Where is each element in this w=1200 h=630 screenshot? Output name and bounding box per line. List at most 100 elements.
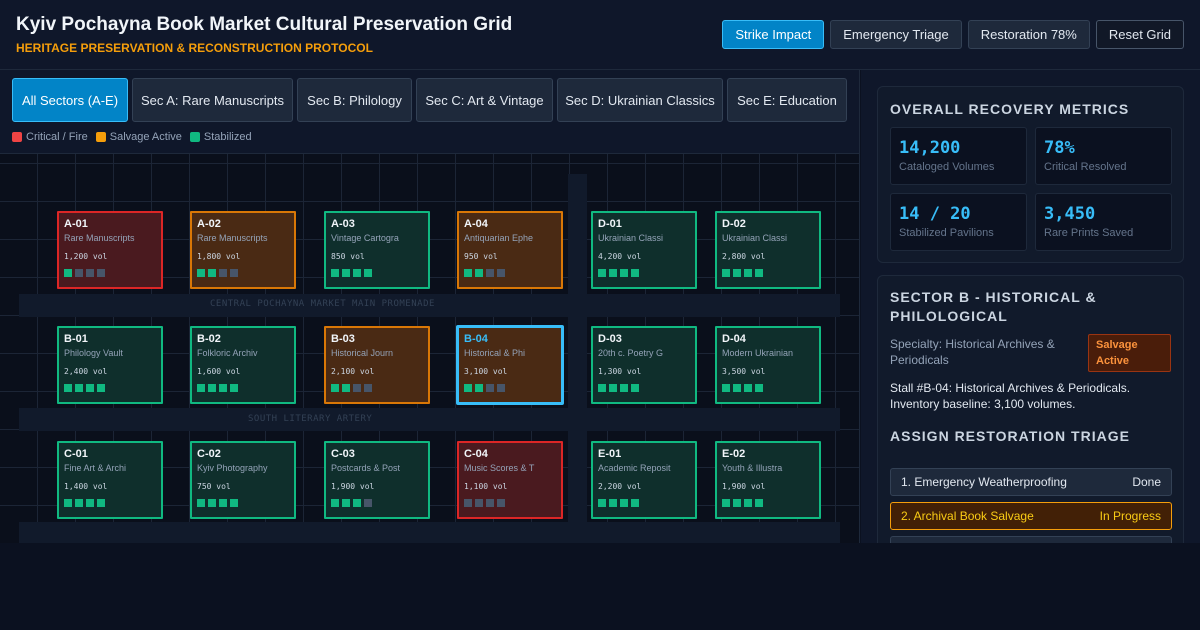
progress-segment xyxy=(475,499,483,507)
progress-segment xyxy=(733,269,741,277)
reset-grid-button[interactable]: Reset Grid xyxy=(1095,20,1184,49)
progress-segment xyxy=(64,384,72,392)
stall-progress-bars xyxy=(331,384,423,392)
stall-c-04[interactable]: C-04 Music Scores & T 1,100 vol xyxy=(457,441,563,519)
stall-c-03[interactable]: C-03 Postcards & Post 1,900 vol xyxy=(324,441,430,519)
stall-volumes: 3,500 vol xyxy=(722,367,766,376)
stall-progress-bars xyxy=(197,384,289,392)
stall-volumes: 2,100 vol xyxy=(331,367,375,376)
stall-name: Academic Reposit xyxy=(598,463,671,473)
tab-all-sectors[interactable]: All Sectors (A-E) xyxy=(12,78,128,122)
legend-label-critical: Critical / Fire xyxy=(26,131,88,143)
progress-segment xyxy=(464,269,472,277)
legend-swatch-salvage xyxy=(95,132,106,142)
progress-segment xyxy=(353,384,361,392)
progress-segment xyxy=(219,269,227,277)
legend-critical: Critical / Fire xyxy=(12,131,88,143)
sector-detail-card: SECTOR B - HISTORICAL & PHILOLOGICAL Spe… xyxy=(877,275,1184,543)
sector-title: SECTOR B - HISTORICAL & PHILOLOGICAL xyxy=(890,289,1097,324)
triage-item-book-salvage[interactable]: 2. Archival Book Salvage In Progress xyxy=(890,502,1172,530)
stall-volumes: 1,300 vol xyxy=(598,367,642,376)
stall-volumes: 950 vol xyxy=(464,252,498,261)
market-grid-panel: All Sectors (A-E) Sec A: Rare Manuscript… xyxy=(0,70,860,543)
metric-label: Critical Resolved xyxy=(1044,161,1127,173)
strike-impact-button[interactable]: Strike Impact xyxy=(722,20,825,49)
stall-id: A-04 xyxy=(464,218,488,230)
triage-status: In Progress xyxy=(1099,509,1161,523)
tab-sec-d[interactable]: Sec D: Ukrainian Classics xyxy=(557,78,723,122)
progress-segment xyxy=(598,384,606,392)
progress-segment xyxy=(197,269,205,277)
emergency-triage-button[interactable]: Emergency Triage xyxy=(830,20,962,49)
stall-e-01[interactable]: E-01 Academic Reposit 2,200 vol xyxy=(591,441,697,519)
stall-a-04[interactable]: A-04 Antiquarian Ephe 950 vol xyxy=(457,211,563,289)
progress-segment xyxy=(97,499,105,507)
restoration-button[interactable]: Restoration 78% xyxy=(967,20,1090,49)
progress-segment xyxy=(744,269,752,277)
stall-id: E-01 xyxy=(598,448,622,460)
stall-c-01[interactable]: C-01 Fine Art & Archi 1,400 vol xyxy=(57,441,163,519)
stall-id: C-03 xyxy=(331,448,355,460)
stall-progress-bars xyxy=(464,384,556,392)
progress-segment xyxy=(620,384,628,392)
stall-e-02[interactable]: E-02 Youth & Illustra 1,900 vol xyxy=(715,441,821,519)
stall-id: B-02 xyxy=(197,333,221,345)
stall-progress-bars xyxy=(464,499,556,507)
stall-volumes: 1,200 vol xyxy=(64,252,108,261)
stall-volumes: 1,100 vol xyxy=(464,482,508,491)
metrics-title: OVERALL RECOVERY METRICS xyxy=(890,101,1130,117)
stall-b-03[interactable]: B-03 Historical Journ 2,100 vol xyxy=(324,326,430,404)
progress-segment xyxy=(475,269,483,277)
triage-label: 2. Archival Book Salvage xyxy=(901,509,1034,523)
progress-segment xyxy=(755,384,763,392)
progress-segment xyxy=(609,384,617,392)
stall-d-04[interactable]: D-04 Modern Ukrainian 3,500 vol xyxy=(715,326,821,404)
tab-sec-b[interactable]: Sec B: Philology xyxy=(297,78,412,122)
recovery-metrics-card: OVERALL RECOVERY METRICS 14,200 Cataloge… xyxy=(877,86,1184,263)
tab-sec-e[interactable]: Sec E: Education xyxy=(727,78,847,122)
stall-id: C-02 xyxy=(197,448,221,460)
progress-segment xyxy=(497,384,505,392)
stall-a-02[interactable]: A-02 Rare Manuscripts 1,800 vol xyxy=(190,211,296,289)
stall-b-02[interactable]: B-02 Folkloric Archiv 1,600 vol xyxy=(190,326,296,404)
legend-label-salvage: Salvage Active xyxy=(109,131,182,143)
progress-segment xyxy=(497,269,505,277)
progress-segment xyxy=(733,384,741,392)
stall-a-03[interactable]: A-03 Vintage Cartogra 850 vol xyxy=(324,211,430,289)
stall-d-01[interactable]: D-01 Ukrainian Classi 4,200 vol xyxy=(591,211,697,289)
metric-critical-resolved: 78% Critical Resolved xyxy=(1035,127,1172,185)
triage-item-next[interactable] xyxy=(890,536,1172,543)
progress-segment xyxy=(464,384,472,392)
stall-d-02[interactable]: D-02 Ukrainian Classi 2,800 vol xyxy=(715,211,821,289)
stall-name: Historical & Phi xyxy=(464,348,526,358)
progress-segment xyxy=(620,499,628,507)
stall-a-01[interactable]: A-01 Rare Manuscripts 1,200 vol xyxy=(57,211,163,289)
progress-segment xyxy=(75,499,83,507)
stall-name: Rare Manuscripts xyxy=(197,233,268,243)
stall-d-03[interactable]: D-03 20th c. Poetry G 1,300 vol xyxy=(591,326,697,404)
stall-c-02[interactable]: C-02 Kyiv Photography 750 vol xyxy=(190,441,296,519)
tab-sec-a[interactable]: Sec A: Rare Manuscripts xyxy=(132,78,293,122)
stall-progress-bars xyxy=(722,499,814,507)
progress-segment xyxy=(464,499,472,507)
status-legend: Critical / Fire Salvage Active Stabilize… xyxy=(12,131,252,143)
stall-name: 20th c. Poetry G xyxy=(598,348,664,358)
progress-segment xyxy=(722,269,730,277)
stall-volumes: 1,800 vol xyxy=(197,252,241,261)
stall-progress-bars xyxy=(64,384,156,392)
stall-volumes: 2,200 vol xyxy=(598,482,642,491)
triage-item-weatherproofing[interactable]: 1. Emergency Weatherproofing Done xyxy=(890,468,1172,496)
central-road xyxy=(568,174,587,543)
stall-name: Philology Vault xyxy=(64,348,123,358)
legend-label-stabilized: Stabilized xyxy=(203,131,252,143)
progress-segment xyxy=(64,499,72,507)
stall-b-04[interactable]: B-04 Historical & Phi 3,100 vol xyxy=(457,326,563,404)
stall-name: Historical Journ xyxy=(331,348,394,358)
stall-b-01[interactable]: B-01 Philology Vault 2,400 vol xyxy=(57,326,163,404)
progress-segment xyxy=(86,499,94,507)
progress-segment xyxy=(497,499,505,507)
tab-sec-c[interactable]: Sec C: Art & Vintage xyxy=(416,78,553,122)
south-artery xyxy=(19,408,840,431)
metric-label: Rare Prints Saved xyxy=(1044,227,1134,239)
legend-stabilized: Stabilized xyxy=(189,131,252,143)
